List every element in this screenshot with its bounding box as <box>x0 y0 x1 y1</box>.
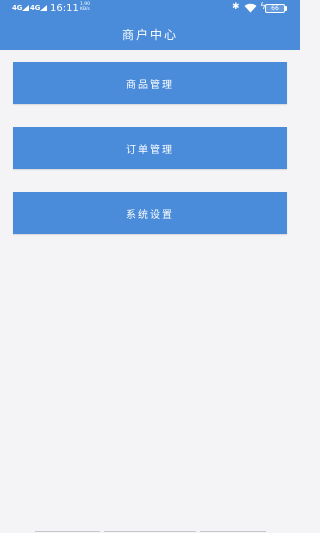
network-speed: 1.90 KB/s <box>80 2 91 12</box>
cellular-signal-icon: 4G <box>12 4 30 12</box>
nav-indicator-right <box>200 531 266 532</box>
nav-indicator-left <box>35 531 100 532</box>
battery-icon: 66 <box>265 4 285 13</box>
page-title: 商户中心 <box>121 28 178 42</box>
navigation-bar <box>0 529 300 533</box>
wifi-icon <box>244 3 257 16</box>
app-header: 4G 4G 16:11 1.90 KB/s ✱ ϟ 66 商户中心 <box>0 0 300 50</box>
order-management-button[interactable]: 订单管理 <box>13 127 287 169</box>
status-time: 16:11 <box>50 3 79 14</box>
cellular-signal-icon-2: 4G <box>30 4 48 12</box>
status-bar: 4G 4G 16:11 1.90 KB/s ✱ ϟ 66 <box>0 0 300 18</box>
battery-tip <box>285 6 287 11</box>
bluetooth-icon: ✱ <box>232 2 240 12</box>
nav-indicator-center <box>104 531 196 532</box>
product-management-button[interactable]: 商品管理 <box>13 62 287 104</box>
system-settings-button[interactable]: 系统设置 <box>13 192 287 234</box>
